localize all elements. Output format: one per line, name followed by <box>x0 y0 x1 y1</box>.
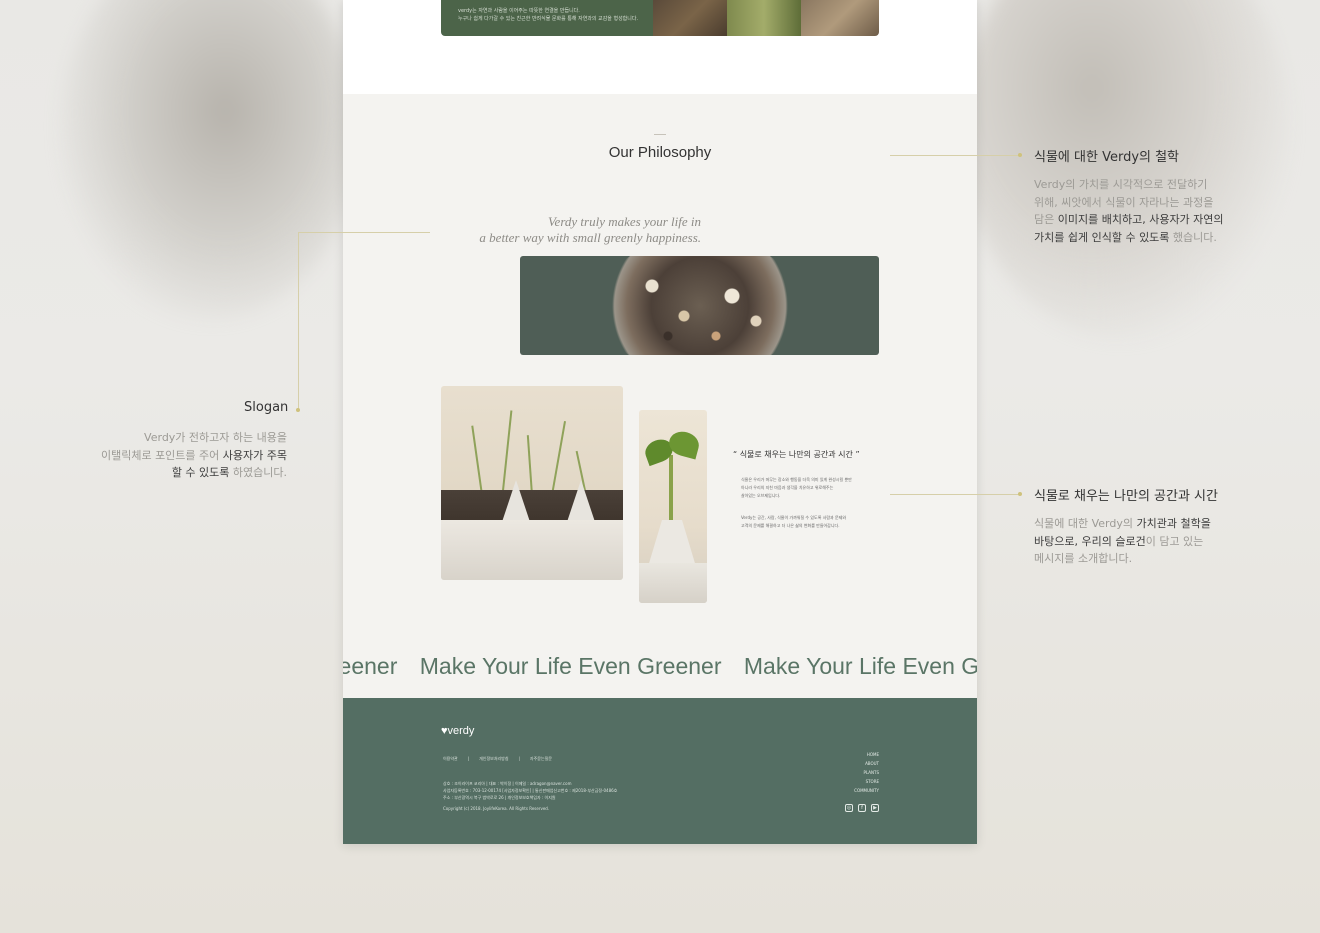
top-banner-line: verdy는 자연과 사람을 이어주는 따뜻한 연결을 만듭니다. <box>458 8 580 14</box>
soil-image <box>801 0 879 36</box>
slogan-marquee: en Greener Make Your Life Even Greener M… <box>343 653 977 683</box>
marquee-text: Make Your Life Even Greener <box>419 653 722 679</box>
annotation-line: 이탤릭체로 포인트를 주어 <box>100 448 223 462</box>
annotation-highlight: 이미지를 배치하고, 사용자가 자연의 <box>1057 213 1224 226</box>
sprout-tray-image <box>441 386 623 580</box>
footer-links: 이용약관 | 개인정보처리방침 | 자주묻는질문 <box>443 756 552 762</box>
annotation-dot <box>296 408 300 412</box>
top-banner-line: 누구나 쉽게 다가갈 수 있는 친근한 반려식물 문화를 통해 자연과의 교감을… <box>458 16 639 22</box>
story-description: 식물은 우리가 머무는 장소와 행동을 더욱 의미 있게 완성시킬 뿐만 아니라… <box>741 476 881 500</box>
annotation-body-space: 식물에 대한 Verdy의 가치관과 철학을 바탕으로, 우리의 슬로건이 담고… <box>1034 515 1211 568</box>
footer-nav-community[interactable]: COMMUNITY <box>854 786 879 795</box>
facebook-icon[interactable]: f <box>858 804 866 812</box>
annotation-connector <box>298 232 299 410</box>
annotation-highlight: 사용자가 주목 <box>222 448 287 462</box>
marquee-text: Make Your Life Even Greener <box>743 653 977 679</box>
annotation-body-slogan: Verdy가 전하고자 하는 내용을 이탤릭체로 포인트를 주어 사용자가 주목… <box>40 429 287 482</box>
footer-link-privacy[interactable]: 개인정보처리방침 <box>479 756 508 762</box>
footer-nav-home[interactable]: HOME <box>854 750 879 759</box>
annotation-line: 위해, 씨앗에서 식물이 자라나는 과정을 <box>1034 195 1214 209</box>
annotation-dot <box>1018 492 1022 496</box>
info-line: 사업자등록번호 : 703-12-00174 [사업자정보확인] | 통신판매업… <box>443 788 618 793</box>
annotation-line: 메시지를 소개합니다. <box>1034 552 1133 565</box>
annotation-line: Verdy의 가치를 시각적으로 전달하기 <box>1034 178 1208 191</box>
desc-line: Verdy는 공간, 사람, 식물이 가까워질 수 있도록 사람과 문제와 <box>741 515 847 520</box>
annotation-title-philosophy: 식물에 대한 Verdy의 철학 <box>1034 150 1180 165</box>
seed-bowl <box>600 256 800 355</box>
link-separator: | <box>518 756 520 761</box>
annotation-connector <box>890 155 1020 156</box>
annotation-title-slogan: Slogan <box>244 400 289 415</box>
annotation-connector <box>890 494 1020 495</box>
annotation-line: 식물에 대한 Verdy의 <box>1034 517 1137 530</box>
egg-tray <box>441 520 623 580</box>
top-banner-text: verdy는 자연과 사람을 이어주는 따뜻한 연결을 만듭니다. 누구나 쉽게… <box>441 0 653 36</box>
desc-line: 식물은 우리가 머무는 장소와 행동을 더욱 의미 있게 완성시킬 뿐만 <box>741 477 852 482</box>
annotation-title-space: 식물로 채우는 나만의 공간과 시간 <box>1034 489 1218 504</box>
annotation-line: 했습니다. <box>1169 230 1217 244</box>
footer-nav-plants[interactable]: PLANTS <box>854 768 879 777</box>
seed-bowl-image <box>520 256 879 355</box>
egg-tray <box>639 563 707 603</box>
annotation-highlight: 할 수 있도록 <box>171 466 230 479</box>
story-quote: “ 식물로 채우는 나만의 공간과 시간 ” <box>733 450 860 459</box>
copyright: Copyright (c) 2018. JoylifeKorea. All Ri… <box>443 806 550 811</box>
slogan-line: a better way with small greenly happines… <box>479 230 701 245</box>
annotation-body-philosophy: Verdy의 가치를 시각적으로 전달하기 위해, 씨앗에서 식물이 자라나는 … <box>1034 176 1224 246</box>
desc-line: 고객의 문제를 해결하고 더 나은 삶의 변화를 만들어갑니다. <box>741 523 840 528</box>
footer-nav-about[interactable]: ABOUT <box>854 759 879 768</box>
annotation-line: Verdy가 전하고자 하는 내용을 <box>144 431 287 444</box>
footer-nav: HOME ABOUT PLANTS STORE COMMUNITY <box>854 750 879 795</box>
annotation-dot <box>1018 153 1022 157</box>
annotation-line: 이 담고 있는 <box>1145 534 1204 548</box>
background-blur-right <box>960 0 1290 340</box>
footer-logo[interactable]: ♥verdy <box>441 725 474 737</box>
bark-image <box>653 0 727 36</box>
link-separator: | <box>467 756 470 761</box>
marquee-text: en Greener <box>343 653 398 679</box>
footer: ♥verdy 이용약관 | 개인정보처리방침 | 자주묻는질문 상호 : 조이라… <box>343 698 977 844</box>
annotation-highlight: 가치관과 철학을 <box>1136 517 1211 530</box>
story-description: Verdy는 공간, 사람, 식물이 가까워질 수 있도록 사람과 문제와 고객… <box>741 514 881 530</box>
slogan-line: Verdy truly makes your life in <box>548 214 701 229</box>
background-blur-left <box>60 0 360 320</box>
instagram-icon[interactable]: ◎ <box>845 804 853 812</box>
footer-link-faq[interactable]: 자주묻는질문 <box>530 756 552 762</box>
social-links: ◎ f ▶ <box>845 804 879 812</box>
bean-stem <box>669 455 673 525</box>
annotation-line: 담은 <box>1034 213 1058 226</box>
leaf-image <box>727 0 801 36</box>
section-divider <box>654 134 666 135</box>
desc-line: 살아있는 오브제입니다. <box>741 493 781 498</box>
top-banner: verdy는 자연과 사람을 이어주는 따뜻한 연결을 만듭니다. 누구나 쉽게… <box>441 0 879 36</box>
desc-line: 아니라 우리의 지친 마음과 생각을 치유하고 위로해주는 <box>741 485 834 490</box>
youtube-icon[interactable]: ▶ <box>871 804 879 812</box>
info-line: 주소 : 부산광역시 북구 범박로로 26 | 개인정보보호책임자 : 이지원 <box>443 795 556 800</box>
bean-sprout-image <box>639 410 707 603</box>
annotation-line: 하였습니다. <box>229 466 287 479</box>
annotation-highlight: 가치를 쉽게 인식할 수 있도록 <box>1034 230 1170 244</box>
info-line: 상호 : 조이라이프 코리아 | 대표 : 박이정 | 이메일 : adrago… <box>443 781 572 786</box>
section-title: Our Philosophy <box>608 144 712 161</box>
footer-nav-store[interactable]: STORE <box>854 777 879 786</box>
annotation-connector <box>298 232 430 233</box>
sprout-stem <box>471 425 483 496</box>
logo-text: verdy <box>447 725 475 737</box>
footer-link-terms[interactable]: 이용약관 <box>443 756 458 762</box>
company-info: 상호 : 조이라이프 코리아 | 대표 : 박이정 | 이메일 : adrago… <box>443 780 617 801</box>
annotation-highlight: 바탕으로, 우리의 슬로건 <box>1034 534 1146 548</box>
website-mockup-page[interactable]: verdy는 자연과 사람을 이어주는 따뜻한 연결을 만듭니다. 누구나 쉽게… <box>343 0 977 844</box>
slogan-text: Verdy truly makes your life in a better … <box>441 214 701 246</box>
